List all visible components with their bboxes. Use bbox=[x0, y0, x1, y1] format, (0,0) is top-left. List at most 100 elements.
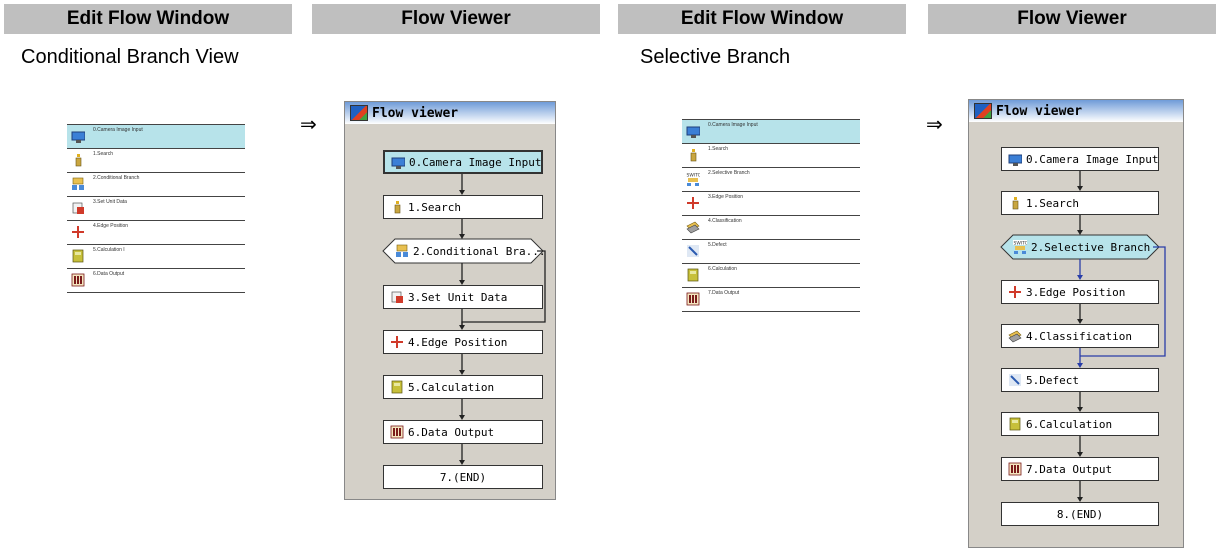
flow-node-branch[interactable]: 2.Conditional Bra... bbox=[389, 239, 545, 263]
edit-flow-item[interactable]: 4.Edge Position bbox=[67, 221, 245, 245]
edit-flow-item[interactable]: 6.Data Output bbox=[67, 269, 245, 293]
calculator-icon bbox=[1007, 417, 1022, 432]
edit-flow-item-label: 5.Defect bbox=[708, 242, 727, 248]
flow-node-label: 7.Data Output bbox=[1026, 462, 1113, 476]
edit-flow-list-right: 0.Camera Image Input 1.Search SWITCH 2.Sele… bbox=[682, 119, 860, 312]
flow-node-label: 0.Camera Image Input bbox=[409, 155, 542, 169]
set-data-icon bbox=[389, 290, 404, 305]
edit-flow-item[interactable]: 4.Classification bbox=[682, 216, 860, 240]
edit-flow-item[interactable]: 3.Edge Position bbox=[682, 192, 860, 216]
classification-icon bbox=[1007, 329, 1022, 344]
edit-flow-item[interactable]: 5.Defect bbox=[682, 240, 860, 264]
flow-node-label: 7.(END) bbox=[439, 470, 487, 484]
flow-node[interactable]: 1.Search bbox=[383, 195, 543, 219]
edit-flow-item[interactable]: 6.Calculation bbox=[682, 264, 860, 288]
flow-node-label: 8.(END) bbox=[1056, 507, 1104, 521]
edit-flow-item-label: 4.Edge Position bbox=[93, 223, 129, 229]
flow-node[interactable]: 6.Calculation bbox=[1001, 412, 1159, 436]
edge-icon bbox=[683, 193, 703, 213]
flow-node[interactable]: 6.Data Output bbox=[383, 420, 543, 444]
search-icon bbox=[683, 145, 703, 165]
edit-flow-item-label: 7.Data Output bbox=[708, 290, 740, 296]
switch-icon: SWITCH bbox=[683, 169, 703, 189]
flow-node-label: 5.Defect bbox=[1026, 373, 1079, 387]
edit-flow-item-label: 6.Calculation bbox=[708, 266, 737, 272]
flow-viewer-window-right: Flow viewer 0.Camera Image Input 1.Search… bbox=[968, 99, 1184, 548]
branch-icon bbox=[68, 174, 88, 194]
flow-node-label: 2.Conditional Bra... bbox=[413, 244, 546, 258]
edit-flow-item-label: 0.Camera Image Input bbox=[708, 122, 758, 128]
flow-node-branch[interactable]: SWITCH 2.Selective Branch bbox=[1007, 235, 1150, 259]
search-icon bbox=[389, 200, 404, 215]
flow-node[interactable]: 4.Classification bbox=[1001, 324, 1159, 348]
edge-icon bbox=[389, 335, 404, 350]
flow-node[interactable]: 3.Edge Position bbox=[1001, 280, 1159, 304]
data-output-icon bbox=[68, 270, 88, 290]
data-output-icon bbox=[683, 289, 703, 309]
edit-flow-list-left: 0.Camera Image Input 1.Search 2.Conditiona… bbox=[67, 124, 245, 293]
edit-flow-item-label: 2.Selective Branch bbox=[708, 170, 750, 176]
flow-node[interactable]: 4.Edge Position bbox=[383, 330, 543, 354]
edge-icon bbox=[68, 222, 88, 242]
edit-flow-item-label: 5.Calculation I bbox=[93, 247, 125, 253]
flow-node-label: 3.Set Unit Data bbox=[408, 290, 508, 304]
edit-flow-item[interactable]: 3.Set Unit Data bbox=[67, 197, 245, 221]
flow-node[interactable]: 1.Search bbox=[1001, 191, 1159, 215]
flow-node[interactable]: 7.Data Output bbox=[1001, 457, 1159, 481]
edit-flow-item[interactable]: 1.Search bbox=[67, 149, 245, 173]
calculator-icon bbox=[389, 380, 404, 395]
flow-node-label: 6.Data Output bbox=[408, 425, 495, 439]
header-edit-flow-left: Edit Flow Window bbox=[4, 4, 292, 34]
svg-text:SWITCH: SWITCH bbox=[1013, 241, 1027, 247]
search-icon bbox=[68, 150, 88, 170]
edit-flow-item-label: 3.Edge Position bbox=[708, 194, 744, 200]
edit-flow-item[interactable]: 2.Conditional Branch bbox=[67, 173, 245, 197]
flow-node-end[interactable]: 7.(END) bbox=[383, 465, 543, 489]
calculator-icon bbox=[683, 265, 703, 285]
flow-node-end[interactable]: 8.(END) bbox=[1001, 502, 1159, 526]
search-icon bbox=[1007, 196, 1022, 211]
flow-viewer-window-left: Flow viewer 0.Camera Image Input 1.Search… bbox=[344, 101, 556, 500]
branch-icon bbox=[394, 244, 409, 259]
edit-flow-item-label: 2.Conditional Branch bbox=[93, 175, 140, 181]
flow-node[interactable]: 0.Camera Image Input bbox=[383, 150, 543, 174]
header-flow-viewer-right: Flow Viewer bbox=[928, 4, 1216, 34]
set-data-icon bbox=[68, 198, 88, 218]
edit-flow-item[interactable]: 0.Camera Image Input bbox=[67, 125, 245, 149]
subtitle-conditional-branch-view: Conditional Branch View bbox=[21, 46, 239, 68]
flow-node[interactable]: 5.Defect bbox=[1001, 368, 1159, 392]
edit-flow-item[interactable]: SWITCH 2.Selective Branch bbox=[682, 168, 860, 192]
classification-icon bbox=[683, 217, 703, 237]
flow-node-label: 1.Search bbox=[1026, 196, 1079, 210]
flow-node-label: 3.Edge Position bbox=[1026, 285, 1126, 299]
flow-node-label: 0.Camera Image Input bbox=[1026, 152, 1159, 166]
edit-flow-item[interactable]: 1.Search bbox=[682, 144, 860, 168]
edit-flow-item-label: 4.Classification bbox=[708, 218, 742, 224]
edit-flow-item[interactable]: 7.Data Output bbox=[682, 288, 860, 312]
camera-icon bbox=[390, 155, 405, 170]
flow-node[interactable]: 3.Set Unit Data bbox=[383, 285, 543, 309]
defect-icon bbox=[1007, 373, 1022, 388]
flow-node[interactable]: 0.Camera Image Input bbox=[1001, 147, 1159, 171]
arrow-right-icon: ⇒ bbox=[300, 112, 317, 136]
defect-icon bbox=[683, 241, 703, 261]
edit-flow-item-label: 1.Search bbox=[93, 151, 114, 157]
camera-icon bbox=[1007, 152, 1022, 167]
switch-icon: SWITCH bbox=[1012, 240, 1027, 255]
flow-node[interactable]: 5.Calculation bbox=[383, 375, 543, 399]
header-flow-viewer-left: Flow Viewer bbox=[312, 4, 600, 34]
data-output-icon bbox=[1007, 462, 1022, 477]
flow-node-label: 5.Calculation bbox=[408, 380, 495, 394]
camera-icon bbox=[683, 121, 703, 141]
flow-node-label: 4.Classification bbox=[1026, 329, 1132, 343]
flow-node-label: 6.Calculation bbox=[1026, 417, 1113, 431]
calculator-icon bbox=[68, 246, 88, 266]
edit-flow-item[interactable]: 5.Calculation I bbox=[67, 245, 245, 269]
edit-flow-item-label: 0.Camera Image Input bbox=[93, 127, 143, 133]
camera-icon bbox=[68, 126, 88, 146]
data-output-icon bbox=[389, 425, 404, 440]
svg-text:SWITCH: SWITCH bbox=[687, 173, 701, 179]
flow-node-label: 4.Edge Position bbox=[408, 335, 508, 349]
edit-flow-item[interactable]: 0.Camera Image Input bbox=[682, 120, 860, 144]
flow-node-label: 1.Search bbox=[408, 200, 461, 214]
